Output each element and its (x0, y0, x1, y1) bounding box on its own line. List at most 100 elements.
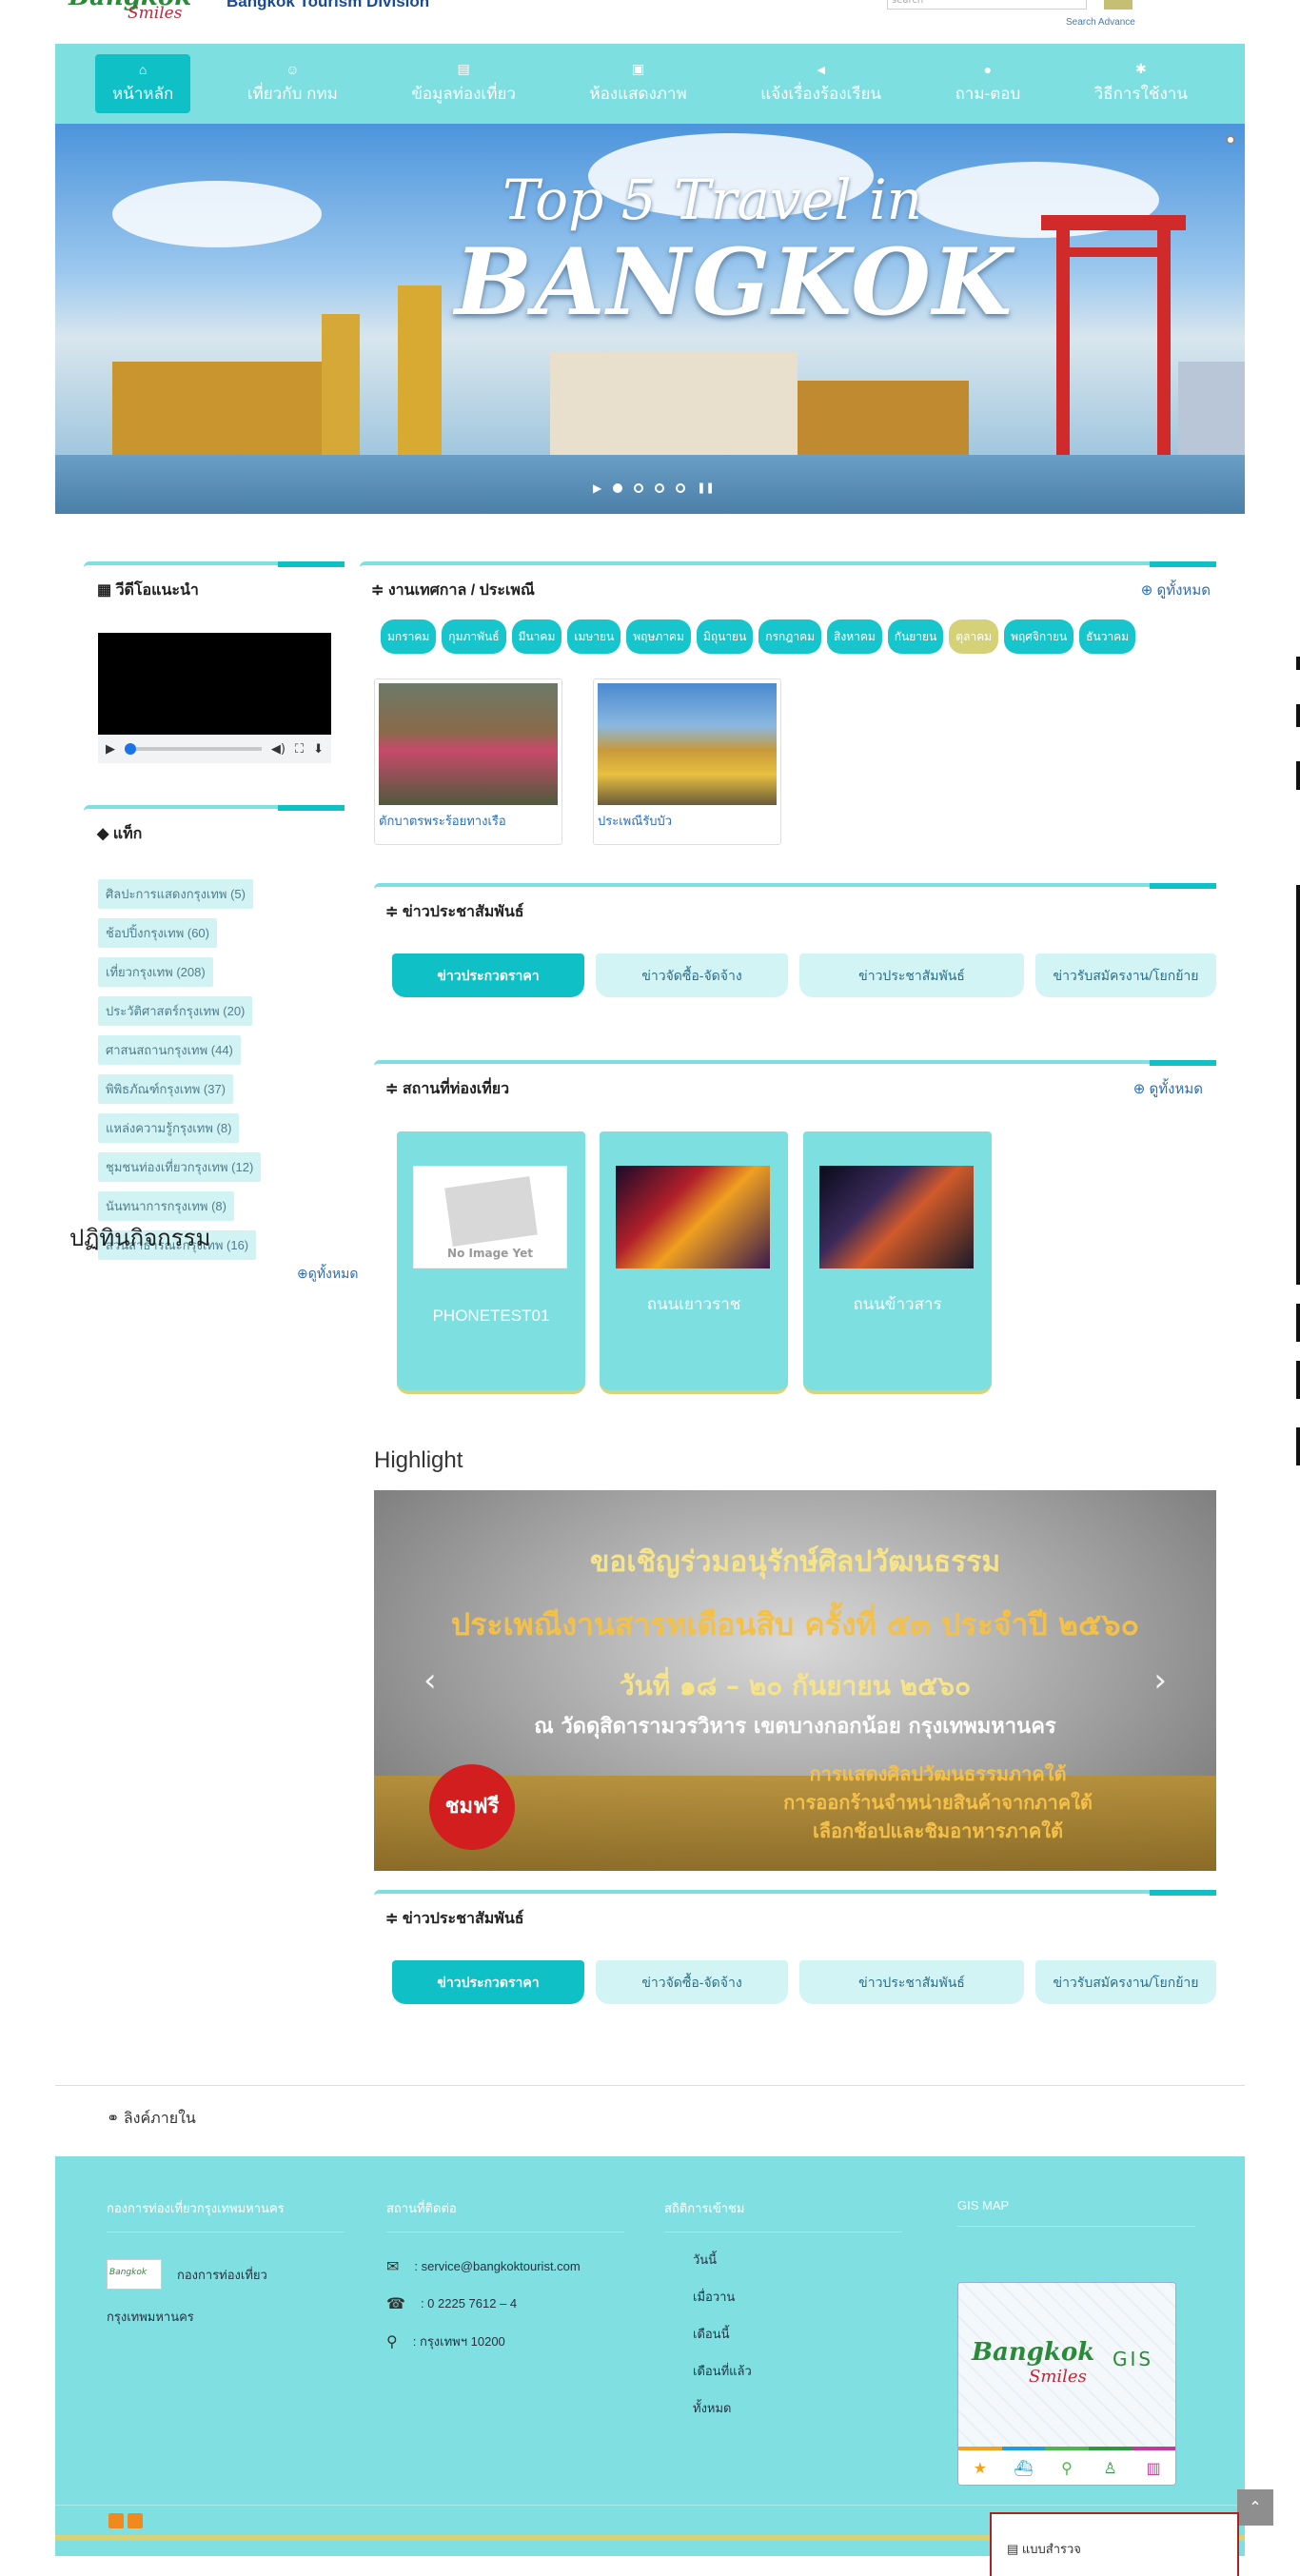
news-title-text: ข่าวประชาสัมพันธ์ (402, 1911, 524, 1927)
tag-item[interactable]: เที่ยวกรุงเทพ (208) (98, 957, 213, 987)
plus-circle-icon: ⊕ (1133, 1081, 1150, 1097)
book-icon: ▤ (457, 61, 470, 76)
attractions-view-all-link[interactable]: ⊕ ดูทั้งหมด (1133, 1077, 1203, 1100)
month-tab[interactable]: กรกฎาคม (758, 619, 822, 654)
festival-view-all-link[interactable]: ⊕ ดูทั้งหมด (1141, 579, 1211, 601)
banner-dot[interactable] (634, 483, 644, 493)
view-all-text: ดูทั้งหมด (1149, 1081, 1203, 1097)
pause-icon[interactable]: ❚❚ (697, 482, 714, 493)
video-player[interactable] (98, 633, 331, 735)
attraction-name[interactable]: ถนนข้าวสาร (803, 1291, 992, 1317)
image-icon: ▣ (631, 61, 645, 76)
tag-item[interactable]: ศิลปะการแสดงกรุงเทพ (5) (98, 879, 253, 909)
scroll-top-button[interactable]: ⌃ (1237, 2489, 1273, 2526)
activity-view-all-link[interactable]: ⊕ดูทั้งหมด (297, 1264, 358, 1285)
month-tab[interactable]: กุมภาพันธ์ (442, 619, 506, 654)
news-tab[interactable]: ข่าวรับสมัครงาน/โยกย้าย (1035, 1960, 1216, 2004)
attraction-card[interactable]: No Image Yet PHONETEST01 (397, 1131, 585, 1394)
edge-mark (1296, 704, 1300, 727)
gis-map-link[interactable]: Bangkok Smiles GIS ★ ⛴ ⚲ ♙ ▥ (957, 2282, 1176, 2486)
news-tab[interactable]: ข่าวประชาสัมพันธ์ (799, 954, 1024, 997)
stupa-shape (398, 285, 442, 457)
nav-item-1[interactable]: ☺ เที่ยวกับ กทม (230, 54, 355, 113)
attraction-name[interactable]: ถนนเยาวราช (600, 1291, 788, 1317)
tag-item[interactable]: พิพิธภัณฑ์กรุงเทพ (37) (98, 1074, 234, 1104)
nav-item-6[interactable]: ✱ วิธีการใช้งาน (1077, 54, 1205, 113)
tag-row: เที่ยวกรุงเทพ (208) (98, 957, 326, 996)
news-tab[interactable]: ข่าวจัดซื้อ-จัดจ้าง (596, 1960, 788, 2004)
festival-caption[interactable]: ประเพณีรับบัว (598, 811, 777, 831)
month-tab[interactable]: ตุลาคม (949, 619, 999, 654)
highlight-line: ณ วัดดุสิดารามวรวิหาร เขตบางกอกน้อย กรุง… (534, 1715, 1056, 1739)
play-icon[interactable]: ▶ (593, 482, 601, 494)
contact-email[interactable]: : service@bangkoktourist.com (414, 2259, 580, 2273)
view-all-text: ดูทั้งหมด (307, 1266, 359, 1281)
tag-item[interactable]: ประวัติศาสตร์กรุงเทพ (20) (98, 996, 253, 1026)
nav-item-4[interactable]: ◄ แจ้งเรื่องร้องเรียน (743, 54, 898, 113)
boat-icon: ⛴ (1001, 2447, 1046, 2485)
news-title-text: ข่าวประชาสัมพันธ์ (402, 904, 524, 920)
stat-item: เดือนนี้ (693, 2327, 730, 2341)
banner-dot[interactable] (613, 483, 623, 493)
site-logo[interactable]: Bangkok Smiles (59, 0, 249, 36)
attraction-card[interactable]: ถนนเยาวราช (600, 1131, 788, 1394)
comments-icon: ● (983, 61, 993, 77)
org-row: Bangkok กองการท่องเที่ยว (107, 2259, 345, 2290)
tag-item[interactable]: นันทนาการกรุงเทพ (8) (98, 1191, 234, 1221)
fullscreen-icon[interactable]: ⛶ (295, 742, 304, 757)
month-tab[interactable]: พฤษภาคม (626, 619, 691, 654)
nav-item-5[interactable]: ● ถาม-ตอบ (938, 54, 1038, 113)
tag-item[interactable]: ช้อปปิ้งกรุงเทพ (60) (98, 918, 217, 948)
news-tab[interactable]: ข่าวประกวดราคา (392, 954, 584, 997)
nav-item-0[interactable]: ⌂ หน้าหลัก (95, 54, 191, 113)
festival-card[interactable]: ตักบาตรพระร้อยทางเรือ (374, 678, 562, 845)
video-progress-knob[interactable] (125, 743, 136, 755)
month-tab[interactable]: มกราคม (381, 619, 437, 654)
month-tab[interactable]: ธันวาคม (1079, 619, 1136, 654)
download-icon[interactable]: ⬇ (313, 742, 324, 757)
map-marker-icon: ⚲ (386, 2332, 398, 2350)
video-progress[interactable] (125, 743, 262, 755)
search-input[interactable]: search (887, 0, 1087, 10)
banner-dot[interactable] (655, 483, 665, 493)
footer-col-title: สถานที่ติดต่อ (386, 2198, 624, 2232)
edge-mark (1296, 885, 1300, 1285)
survey-widget[interactable]: ▤ แบบสำรวจ (990, 2512, 1239, 2576)
nav-item-3[interactable]: ▣ ห้องแสดงภาพ (572, 54, 703, 113)
carousel-next-icon[interactable]: › (1153, 1662, 1167, 1700)
search-button[interactable] (1104, 0, 1133, 10)
tag-item[interactable]: ศาสนสถานกรุงเทพ (44) (98, 1035, 241, 1065)
highlight-carousel[interactable]: ขอเชิญร่วมอนุรักษ์ศิลปวัฒนธรรม ประเพณีงา… (374, 1490, 1216, 1871)
sliders-icon: ≑ (371, 582, 388, 599)
header-accent (1150, 1060, 1216, 1066)
volume-icon[interactable]: ◀) (271, 742, 286, 757)
news-tab[interactable]: ข่าวประกวดราคา (392, 1960, 584, 2004)
attraction-card[interactable]: ถนนข้าวสาร (803, 1131, 992, 1394)
news-tab[interactable]: ข่าวจัดซื้อ-จัดจ้าง (596, 954, 788, 997)
temple-shape (550, 352, 798, 457)
month-tab[interactable]: มิถุนายน (696, 619, 754, 654)
festival-card[interactable]: ประเพณีรับบัว (593, 678, 781, 845)
month-tab[interactable]: มีนาคม (511, 619, 562, 654)
news-tab[interactable]: ข่าวประชาสัมพันธ์ (799, 1960, 1024, 2004)
nav-item-2[interactable]: ▤ ข้อมูลท่องเที่ยว (394, 54, 533, 113)
month-tab[interactable]: พฤศจิกายน (1004, 619, 1074, 654)
month-tab[interactable]: เมษายน (567, 619, 621, 654)
month-tab[interactable]: สิงหาคม (827, 619, 882, 654)
banner-dot[interactable] (676, 483, 686, 493)
rss-icon[interactable] (108, 2513, 124, 2528)
news-section-title: ≑ ข่าวประชาสัมพันธ์ (385, 900, 524, 924)
tag-item[interactable]: ชุมชนท่องเที่ยวกรุงเทพ (12) (98, 1152, 262, 1182)
festival-caption[interactable]: ตักบาตรพระร้อยทางเรือ (379, 811, 558, 831)
carousel-prev-icon[interactable]: ‹ (423, 1662, 437, 1700)
month-tab[interactable]: กันยายน (887, 619, 944, 654)
news-tab[interactable]: ข่าวรับสมัครงาน/โยกย้าย (1035, 954, 1216, 997)
photo-icon (444, 1176, 538, 1247)
attraction-name[interactable]: PHONETEST01 (397, 1307, 585, 1326)
phone-icon: ☎ (386, 2294, 405, 2312)
search-advance-link[interactable]: Search Advance (1066, 17, 1135, 28)
bullhorn-icon: ◄ (814, 61, 828, 77)
rss-icon[interactable] (128, 2513, 143, 2528)
play-icon[interactable]: ▶ (106, 742, 115, 757)
tag-item[interactable]: แหล่งความรู้กรุงเทพ (8) (98, 1113, 240, 1143)
